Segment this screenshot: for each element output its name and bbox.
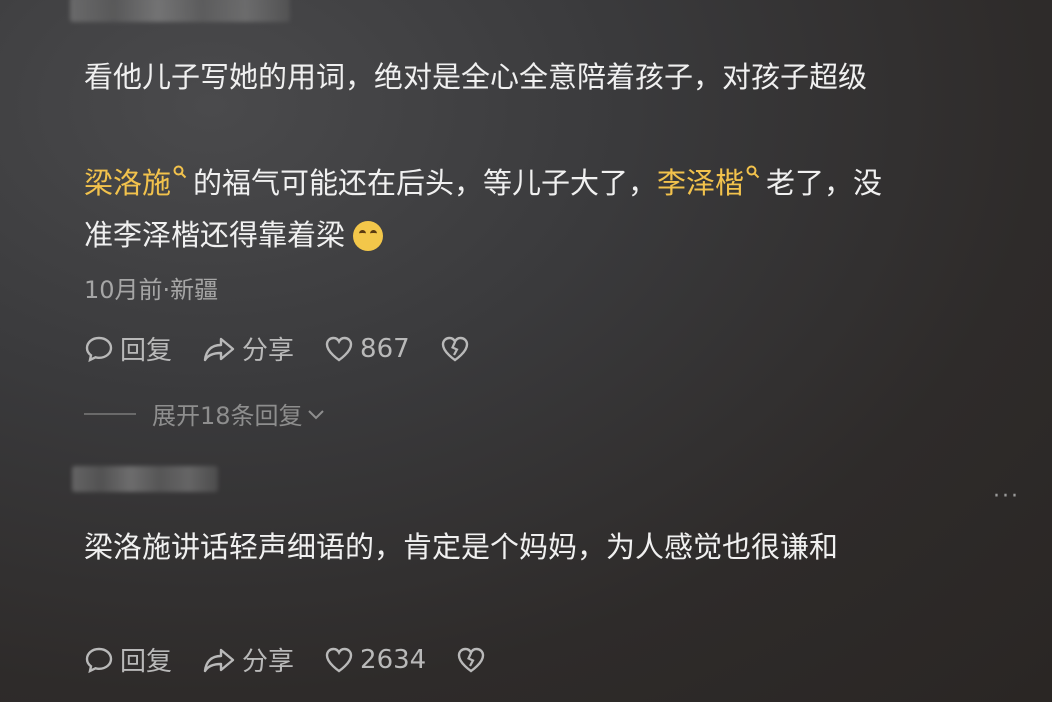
divider-line bbox=[84, 412, 136, 415]
sweat-smile-emoji-icon bbox=[353, 221, 384, 251]
dislike-button[interactable] bbox=[456, 645, 492, 675]
comment-actions: 回复 分享 2634 bbox=[84, 641, 522, 678]
share-label: 分享 bbox=[242, 336, 295, 366]
like-count: 867 bbox=[360, 333, 410, 364]
comment-text-line2: 梁洛施 的福气可能还在后头，等儿子大了，李泽楷 老了，没 bbox=[84, 156, 882, 210]
reply-bubble-icon bbox=[85, 647, 113, 673]
share-icon bbox=[203, 337, 235, 361]
comment-text-fragment: 老了，没 bbox=[766, 166, 883, 200]
share-icon bbox=[203, 648, 235, 672]
reply-button[interactable]: 回复 bbox=[84, 330, 172, 367]
chevron-down-icon bbox=[307, 409, 324, 419]
broken-heart-icon bbox=[441, 336, 468, 361]
comment-text-fragment: 的福气可能还在后头，等儿子大了， bbox=[193, 166, 658, 200]
like-button[interactable]: 867 bbox=[324, 334, 410, 364]
search-icon bbox=[173, 165, 187, 179]
share-button[interactable]: 分享 bbox=[202, 330, 294, 367]
share-button[interactable]: 分享 bbox=[202, 641, 294, 678]
comment-text-line1: 看他儿子写她的用词，绝对是全心全意陪着孩子，对孩子超级 bbox=[84, 60, 868, 94]
keyword-link-liangluoshi[interactable]: 梁洛施 bbox=[84, 166, 171, 200]
comment-text: 梁洛施讲话轻声细语的，肯定是个妈妈，为人感觉也很谦和 bbox=[84, 530, 839, 564]
heart-icon bbox=[325, 647, 353, 672]
reply-bubble-icon bbox=[85, 336, 113, 362]
broken-heart-icon bbox=[458, 647, 485, 672]
keyword-link-lizekai[interactable]: 李泽楷 bbox=[657, 166, 744, 200]
comment-time-location: 10月前·新疆 bbox=[84, 276, 219, 304]
search-icon bbox=[746, 165, 760, 179]
comment-text-line3: 准李泽楷还得靠着梁 bbox=[84, 208, 384, 262]
reply-button[interactable]: 回复 bbox=[84, 641, 172, 678]
expand-replies-button[interactable]: 展开18条回复 bbox=[84, 396, 327, 431]
more-options-button[interactable]: ··· bbox=[993, 484, 1020, 509]
comment-actions: 回复 分享 867 bbox=[84, 330, 506, 367]
like-count: 2634 bbox=[360, 644, 427, 675]
reply-label: 回复 bbox=[120, 336, 173, 366]
reply-label: 回复 bbox=[120, 647, 173, 677]
share-label: 分享 bbox=[242, 647, 295, 677]
dislike-button[interactable] bbox=[440, 334, 476, 364]
expand-replies-label: 展开18条回复 bbox=[152, 402, 303, 430]
username-blurred[interactable] bbox=[70, 0, 290, 22]
username-blurred[interactable] bbox=[72, 466, 218, 492]
like-button[interactable]: 2634 bbox=[324, 645, 426, 675]
comment-text-fragment: 准李泽楷还得靠着梁 bbox=[84, 218, 346, 252]
heart-icon bbox=[325, 336, 353, 361]
